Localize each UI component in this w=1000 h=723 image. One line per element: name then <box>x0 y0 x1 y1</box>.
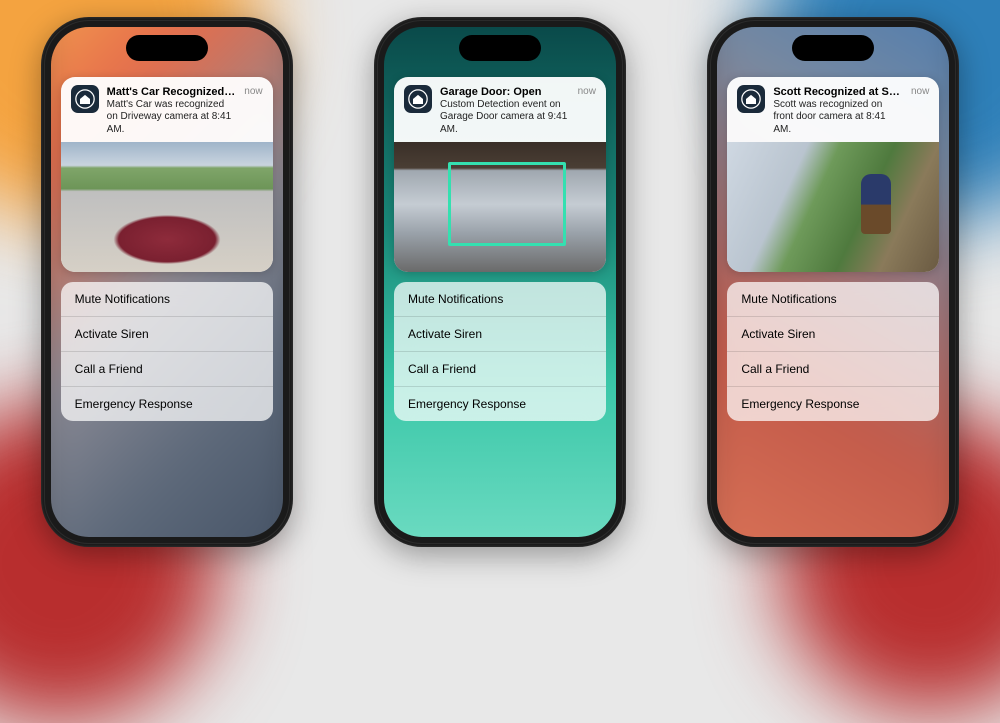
phone-mockup: Matt's Car Recognized at Smith H... Matt… <box>41 17 293 547</box>
dynamic-island <box>792 35 874 61</box>
dynamic-island <box>459 35 541 61</box>
notification-card[interactable]: Scott Recognized at Smith Home Scott was… <box>727 77 939 273</box>
action-call-friend[interactable]: Call a Friend <box>394 352 606 387</box>
action-activate-siren[interactable]: Activate Siren <box>394 317 606 352</box>
camera-thumbnail[interactable] <box>61 142 273 272</box>
action-call-friend[interactable]: Call a Friend <box>61 352 273 387</box>
dynamic-island <box>126 35 208 61</box>
notification-title: Scott Recognized at Smith Home <box>773 85 903 99</box>
camera-thumbnail[interactable] <box>727 142 939 272</box>
notification-card[interactable]: Matt's Car Recognized at Smith H... Matt… <box>61 77 273 273</box>
notification-title: Matt's Car Recognized at Smith H... <box>107 85 237 99</box>
notification-body: Custom Detection event on Garage Door ca… <box>440 99 570 137</box>
phone-screen: Scott Recognized at Smith Home Scott was… <box>717 27 949 537</box>
notification-time: now <box>244 85 262 97</box>
action-emergency-response[interactable]: Emergency Response <box>61 387 273 421</box>
notification-body: Matt's Car was recognized on Driveway ca… <box>107 99 237 137</box>
notification-title: Garage Door: Open <box>440 85 570 99</box>
action-activate-siren[interactable]: Activate Siren <box>727 317 939 352</box>
quick-actions-menu: Mute Notifications Activate Siren Call a… <box>394 282 606 421</box>
action-mute-notifications[interactable]: Mute Notifications <box>61 282 273 317</box>
app-icon <box>71 85 99 113</box>
phone-mockup: Garage Door: Open Custom Detection event… <box>374 17 626 547</box>
app-icon <box>404 85 432 113</box>
notification-body: Scott was recognized on front door camer… <box>773 99 903 137</box>
notification-time: now <box>911 85 929 97</box>
action-emergency-response[interactable]: Emergency Response <box>394 387 606 421</box>
notification-card[interactable]: Garage Door: Open Custom Detection event… <box>394 77 606 273</box>
phone-screen: Matt's Car Recognized at Smith H... Matt… <box>51 27 283 537</box>
action-mute-notifications[interactable]: Mute Notifications <box>727 282 939 317</box>
phone-mockup: Scott Recognized at Smith Home Scott was… <box>707 17 959 547</box>
detection-box <box>448 162 566 246</box>
action-activate-siren[interactable]: Activate Siren <box>61 317 273 352</box>
action-mute-notifications[interactable]: Mute Notifications <box>394 282 606 317</box>
person-figure <box>861 174 891 234</box>
phone-screen: Garage Door: Open Custom Detection event… <box>384 27 616 537</box>
notification-time: now <box>578 85 596 97</box>
action-call-friend[interactable]: Call a Friend <box>727 352 939 387</box>
app-icon <box>737 85 765 113</box>
quick-actions-menu: Mute Notifications Activate Siren Call a… <box>61 282 273 421</box>
action-emergency-response[interactable]: Emergency Response <box>727 387 939 421</box>
camera-thumbnail[interactable] <box>394 142 606 272</box>
quick-actions-menu: Mute Notifications Activate Siren Call a… <box>727 282 939 421</box>
